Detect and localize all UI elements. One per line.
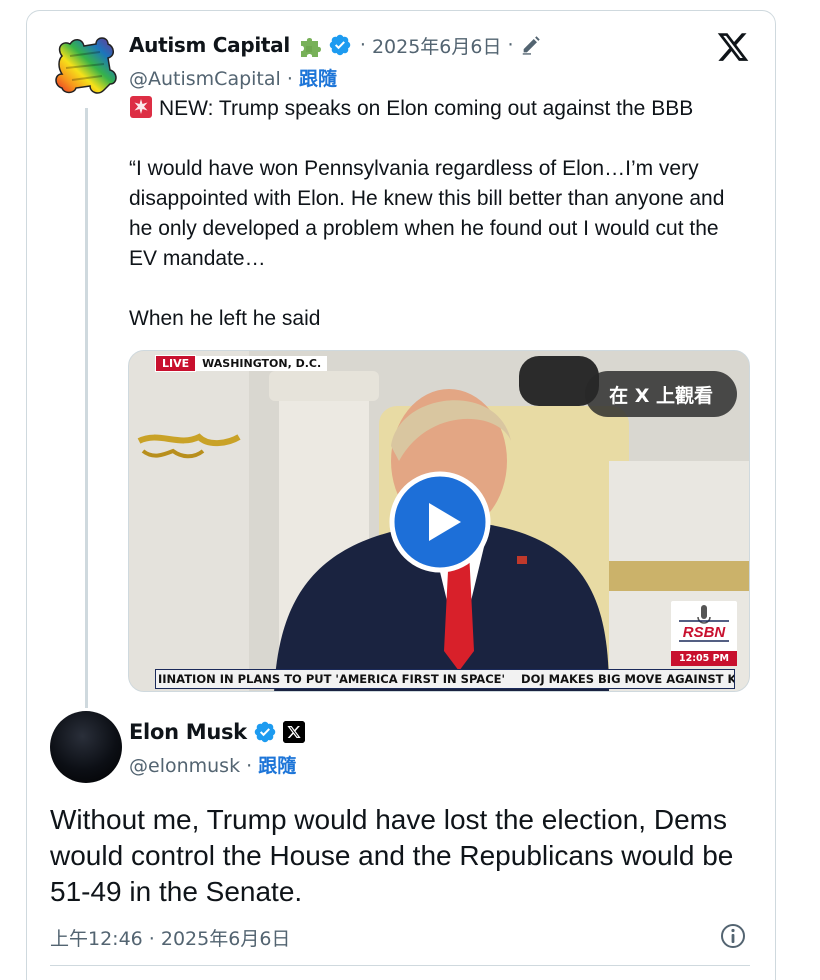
quoted-tweet-text: NEW: Trump speaks on Elon coming out aga…	[129, 94, 749, 334]
author-name[interactable]: Elon Musk	[129, 720, 247, 744]
quoted-handle-row: @AutismCapital · 跟隨	[129, 64, 337, 91]
location-label: WASHINGTON, D.C.	[196, 356, 328, 371]
separator-dot: ·	[359, 34, 366, 56]
main-tweet-header: Elon Musk	[129, 716, 305, 748]
network-name: RSBN	[683, 624, 727, 641]
live-tag: LIVE WASHINGTON, D.C.	[155, 355, 328, 372]
x-logo-icon[interactable]	[716, 30, 750, 64]
verified-badge-icon	[329, 34, 351, 56]
live-label: LIVE	[155, 355, 197, 372]
x-badge-icon	[282, 721, 305, 743]
edit-pencil-icon	[522, 36, 540, 55]
puzzle-emoji-icon	[300, 38, 321, 57]
separator-dot: ·	[507, 34, 514, 56]
separator-dot: ·	[286, 68, 299, 90]
author-handle[interactable]: @elonmusk	[129, 755, 240, 777]
closing-text: When he left he said	[129, 307, 321, 330]
thread-line	[85, 108, 88, 708]
main-tweet-text: Without me, Trump would have lost the el…	[50, 804, 734, 907]
ticker-item: IINATION IN PLANS TO PUT 'AMERICA FIRST …	[158, 672, 506, 686]
avatar-autism-capital[interactable]	[52, 34, 120, 96]
post-date[interactable]: 2025年6月6日	[372, 32, 502, 59]
avatar-elon-musk[interactable]	[50, 711, 122, 783]
post-timestamp[interactable]: 上午12:46 · 2025年6月6日	[50, 924, 290, 951]
main-handle-row: @elonmusk · 跟隨	[129, 751, 296, 778]
play-icon[interactable]	[389, 471, 491, 573]
separator-dot: ·	[246, 755, 259, 777]
broadcast-clock: 12:05 PM ET	[671, 651, 737, 679]
video-player[interactable]: LIVE WASHINGTON, D.C. 在 X 上觀看 RSBN 12:05…	[128, 350, 750, 692]
news-ticker: IINATION IN PLANS TO PUT 'AMERICA FIRST …	[155, 669, 735, 689]
info-icon[interactable]	[719, 922, 747, 950]
siren-emoji-icon	[130, 96, 152, 118]
quoted-tweet-header: Autism Capital · 2025年6月6日 ·	[129, 30, 542, 60]
quote-text: “I would have won Pennsylvania regardles…	[129, 157, 725, 270]
verified-badge-icon	[254, 721, 276, 743]
follow-link[interactable]: 跟隨	[299, 68, 337, 90]
follow-link[interactable]: 跟隨	[258, 755, 296, 777]
author-name[interactable]: Autism Capital	[129, 33, 290, 57]
headline-text: NEW: Trump speaks on Elon coming out aga…	[159, 97, 694, 120]
author-handle[interactable]: @AutismCapital	[129, 68, 281, 90]
rsbn-logo-icon: RSBN	[679, 605, 729, 642]
ticker-item: DOJ MAKES BIG MOVE AGAINST KEY SWI	[521, 672, 734, 686]
watch-on-x-button[interactable]: 在 X 上觀看	[585, 371, 737, 417]
divider	[50, 965, 750, 966]
